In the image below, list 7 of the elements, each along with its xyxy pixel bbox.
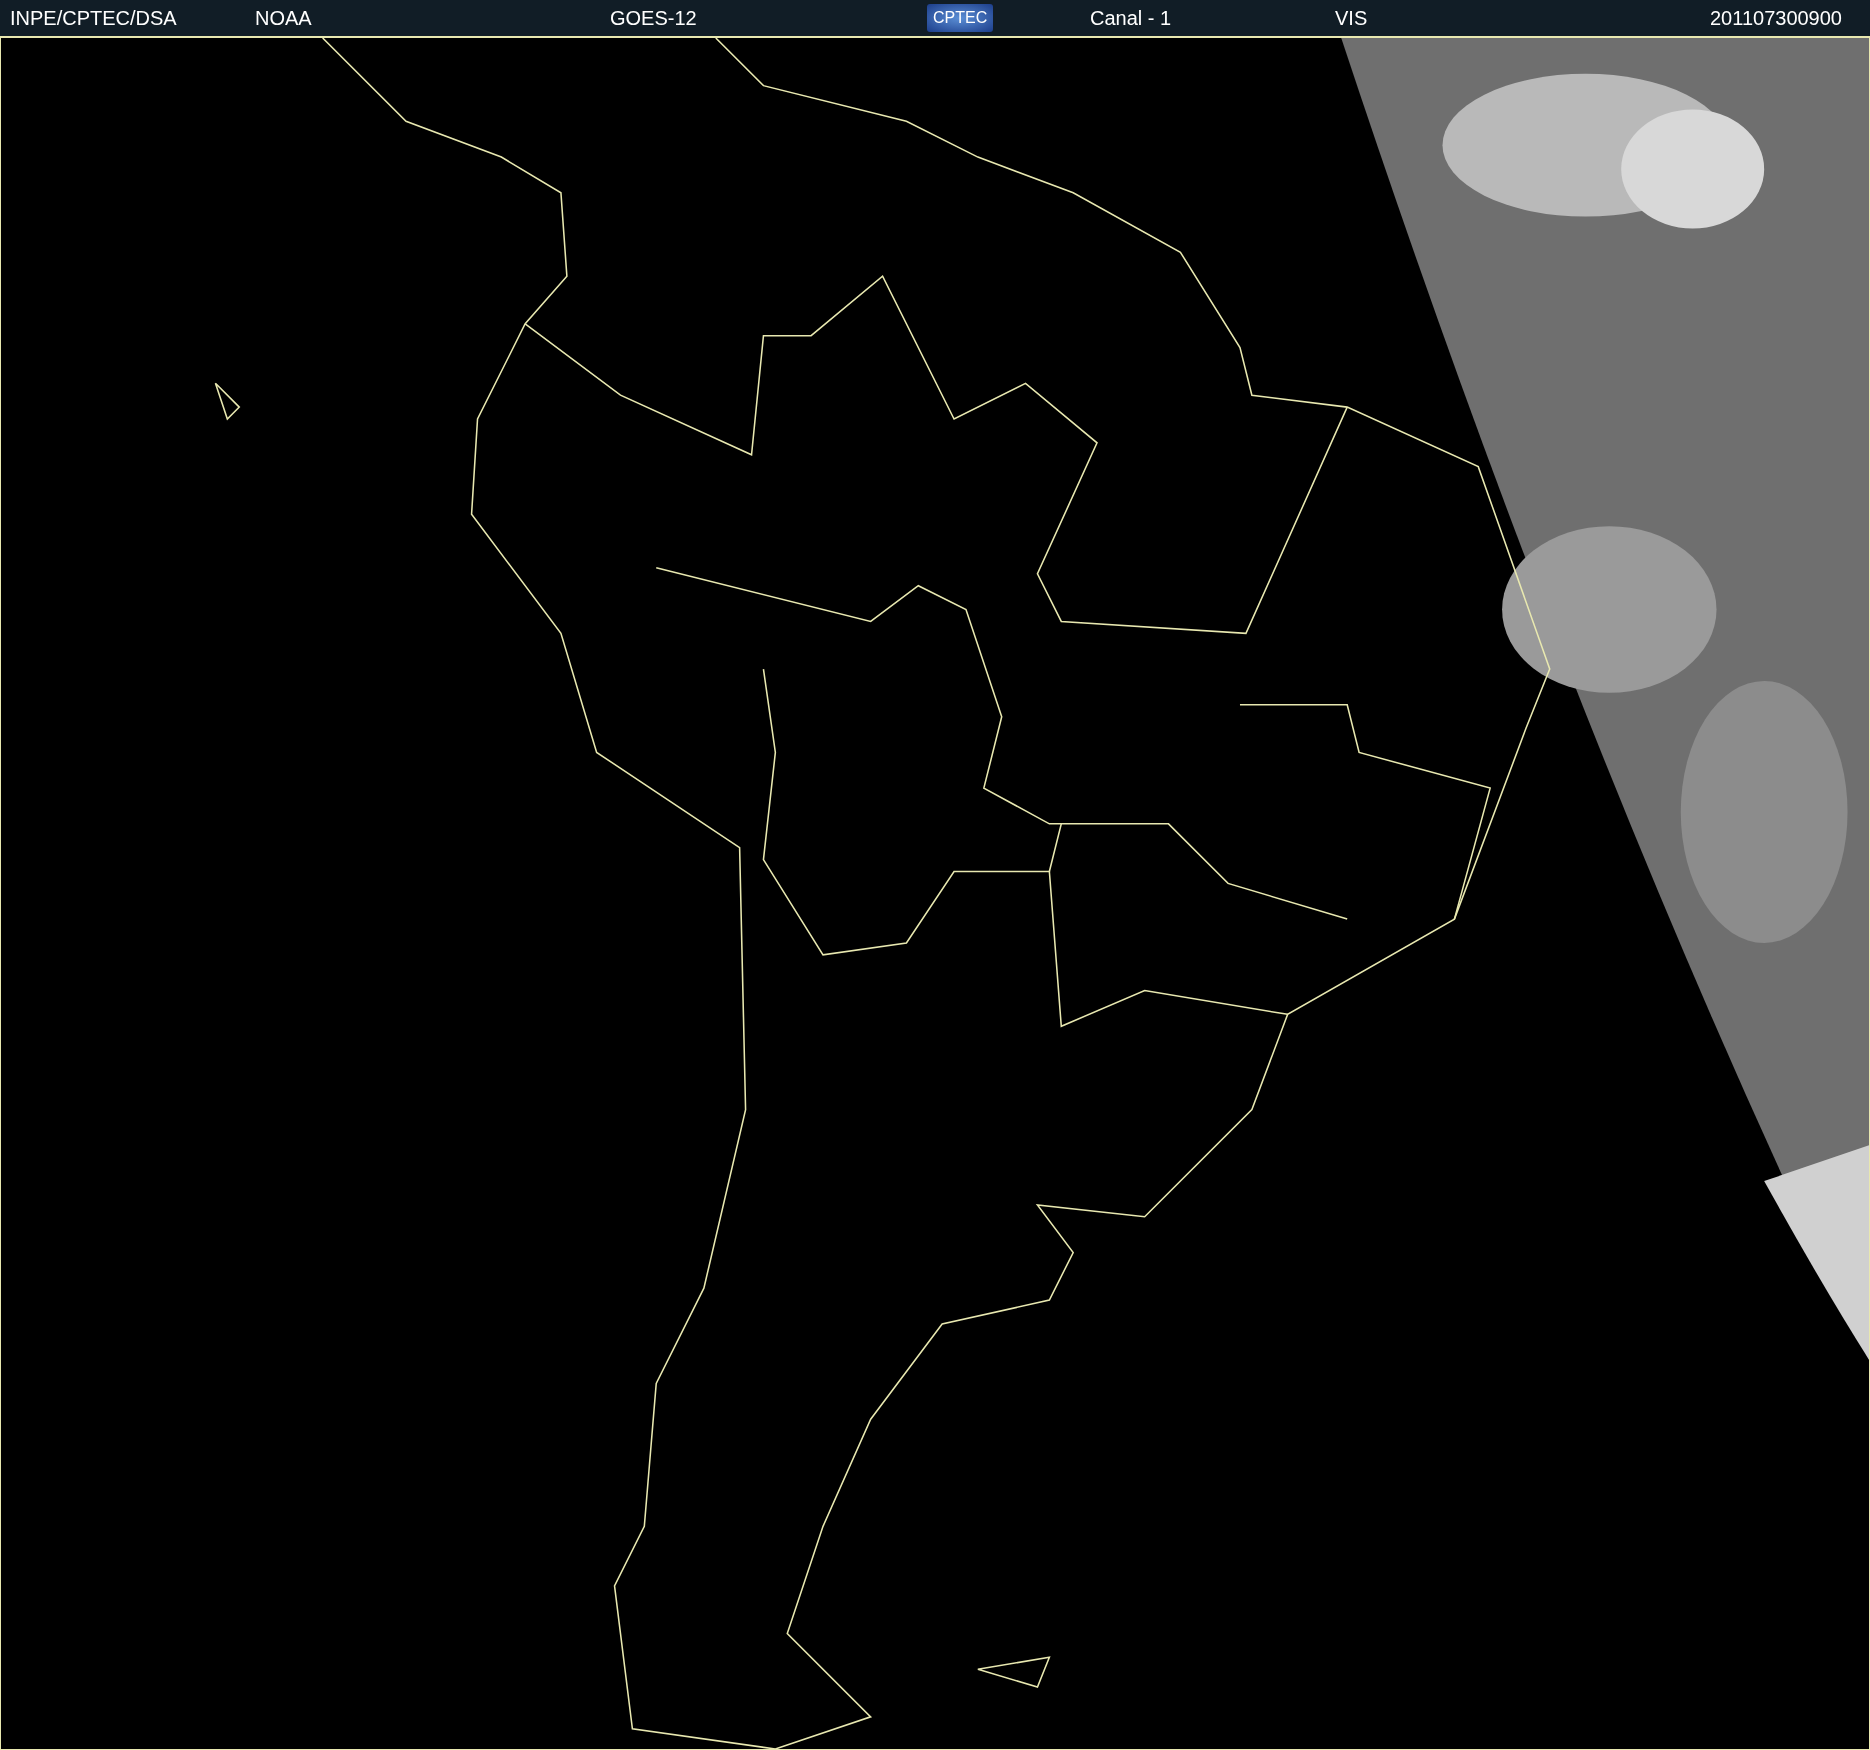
- header-label: NOAA: [255, 6, 312, 30]
- header-label: VIS: [1335, 6, 1368, 30]
- header-label: Canal - 1: [1090, 6, 1172, 30]
- header-label: INPE/CPTEC/DSA: [10, 6, 177, 30]
- logo: CPTEC: [927, 4, 994, 32]
- header-label: 201107300900: [1710, 6, 1842, 30]
- header-label: GOES-12: [610, 6, 697, 30]
